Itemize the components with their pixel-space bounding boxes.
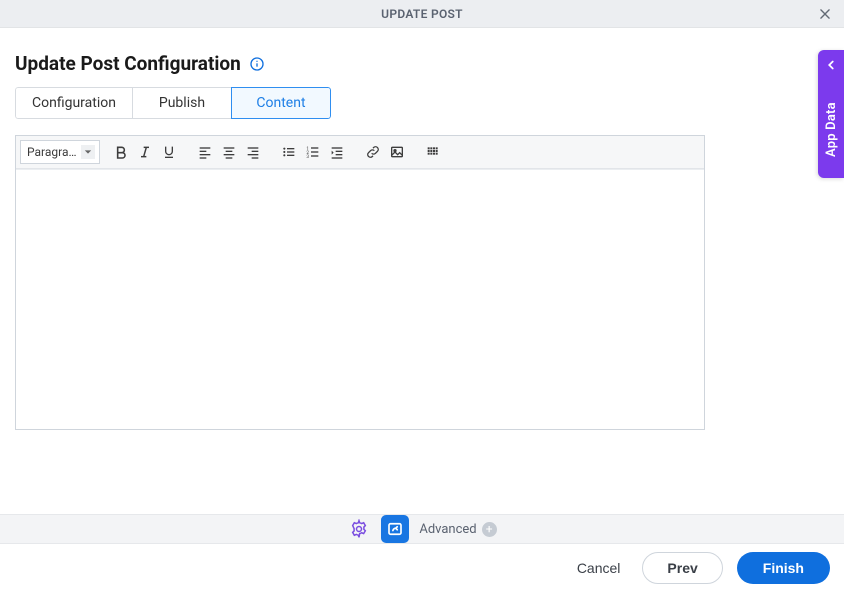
- table-icon[interactable]: [422, 141, 444, 163]
- indent-icon[interactable]: [326, 141, 348, 163]
- app-data-drawer-tab[interactable]: App Data: [818, 50, 844, 178]
- chevron-down-icon: [81, 145, 95, 159]
- toolbar-group-list: 123: [274, 141, 352, 163]
- editor-toolbar: Paragra...: [16, 136, 704, 169]
- cancel-button[interactable]: Cancel: [569, 554, 629, 582]
- tab-content[interactable]: Content: [231, 87, 331, 119]
- bottom-bar: Advanced +: [0, 514, 844, 544]
- debug-icon[interactable]: [381, 515, 409, 543]
- tab-configuration[interactable]: Configuration: [15, 87, 133, 119]
- chevron-left-icon: [824, 58, 838, 72]
- format-select-label: Paragra...: [27, 145, 77, 159]
- prev-button[interactable]: Prev: [642, 552, 722, 584]
- numbered-list-icon[interactable]: 123: [302, 141, 324, 163]
- toolbar-group-text: [106, 141, 184, 163]
- underline-icon[interactable]: [158, 141, 180, 163]
- gear-icon[interactable]: [347, 517, 371, 541]
- advanced-toggle[interactable]: Advanced +: [419, 522, 496, 537]
- link-icon[interactable]: [362, 141, 384, 163]
- tab-publish[interactable]: Publish: [132, 87, 232, 119]
- app-data-drawer-label: App Data: [824, 72, 839, 178]
- editor-textarea[interactable]: [16, 169, 704, 429]
- finish-button[interactable]: Finish: [737, 552, 830, 584]
- toolbar-group-insert: [358, 141, 412, 163]
- page-heading: Update Post Configuration: [15, 52, 829, 75]
- align-left-icon[interactable]: [194, 141, 216, 163]
- footer: Cancel Prev Finish: [0, 546, 844, 590]
- align-center-icon[interactable]: [218, 141, 240, 163]
- bold-icon[interactable]: [110, 141, 132, 163]
- format-select[interactable]: Paragra...: [20, 140, 100, 164]
- page-title: Update Post Configuration: [15, 52, 241, 75]
- align-right-icon[interactable]: [242, 141, 264, 163]
- plus-icon: +: [482, 522, 497, 537]
- titlebar-title: UPDATE POST: [381, 7, 463, 21]
- content-area: Update Post Configuration Configuration …: [0, 28, 844, 430]
- svg-text:3: 3: [306, 154, 309, 160]
- titlebar: UPDATE POST: [0, 0, 844, 28]
- tabs: Configuration Publish Content: [15, 87, 331, 119]
- bullet-list-icon[interactable]: [278, 141, 300, 163]
- close-icon[interactable]: [814, 3, 836, 25]
- info-icon[interactable]: [249, 56, 265, 72]
- toolbar-group-align: [190, 141, 268, 163]
- advanced-label: Advanced: [419, 522, 476, 537]
- rich-text-editor: Paragra...: [15, 135, 705, 430]
- image-icon[interactable]: [386, 141, 408, 163]
- toolbar-group-table: [418, 141, 448, 163]
- italic-icon[interactable]: [134, 141, 156, 163]
